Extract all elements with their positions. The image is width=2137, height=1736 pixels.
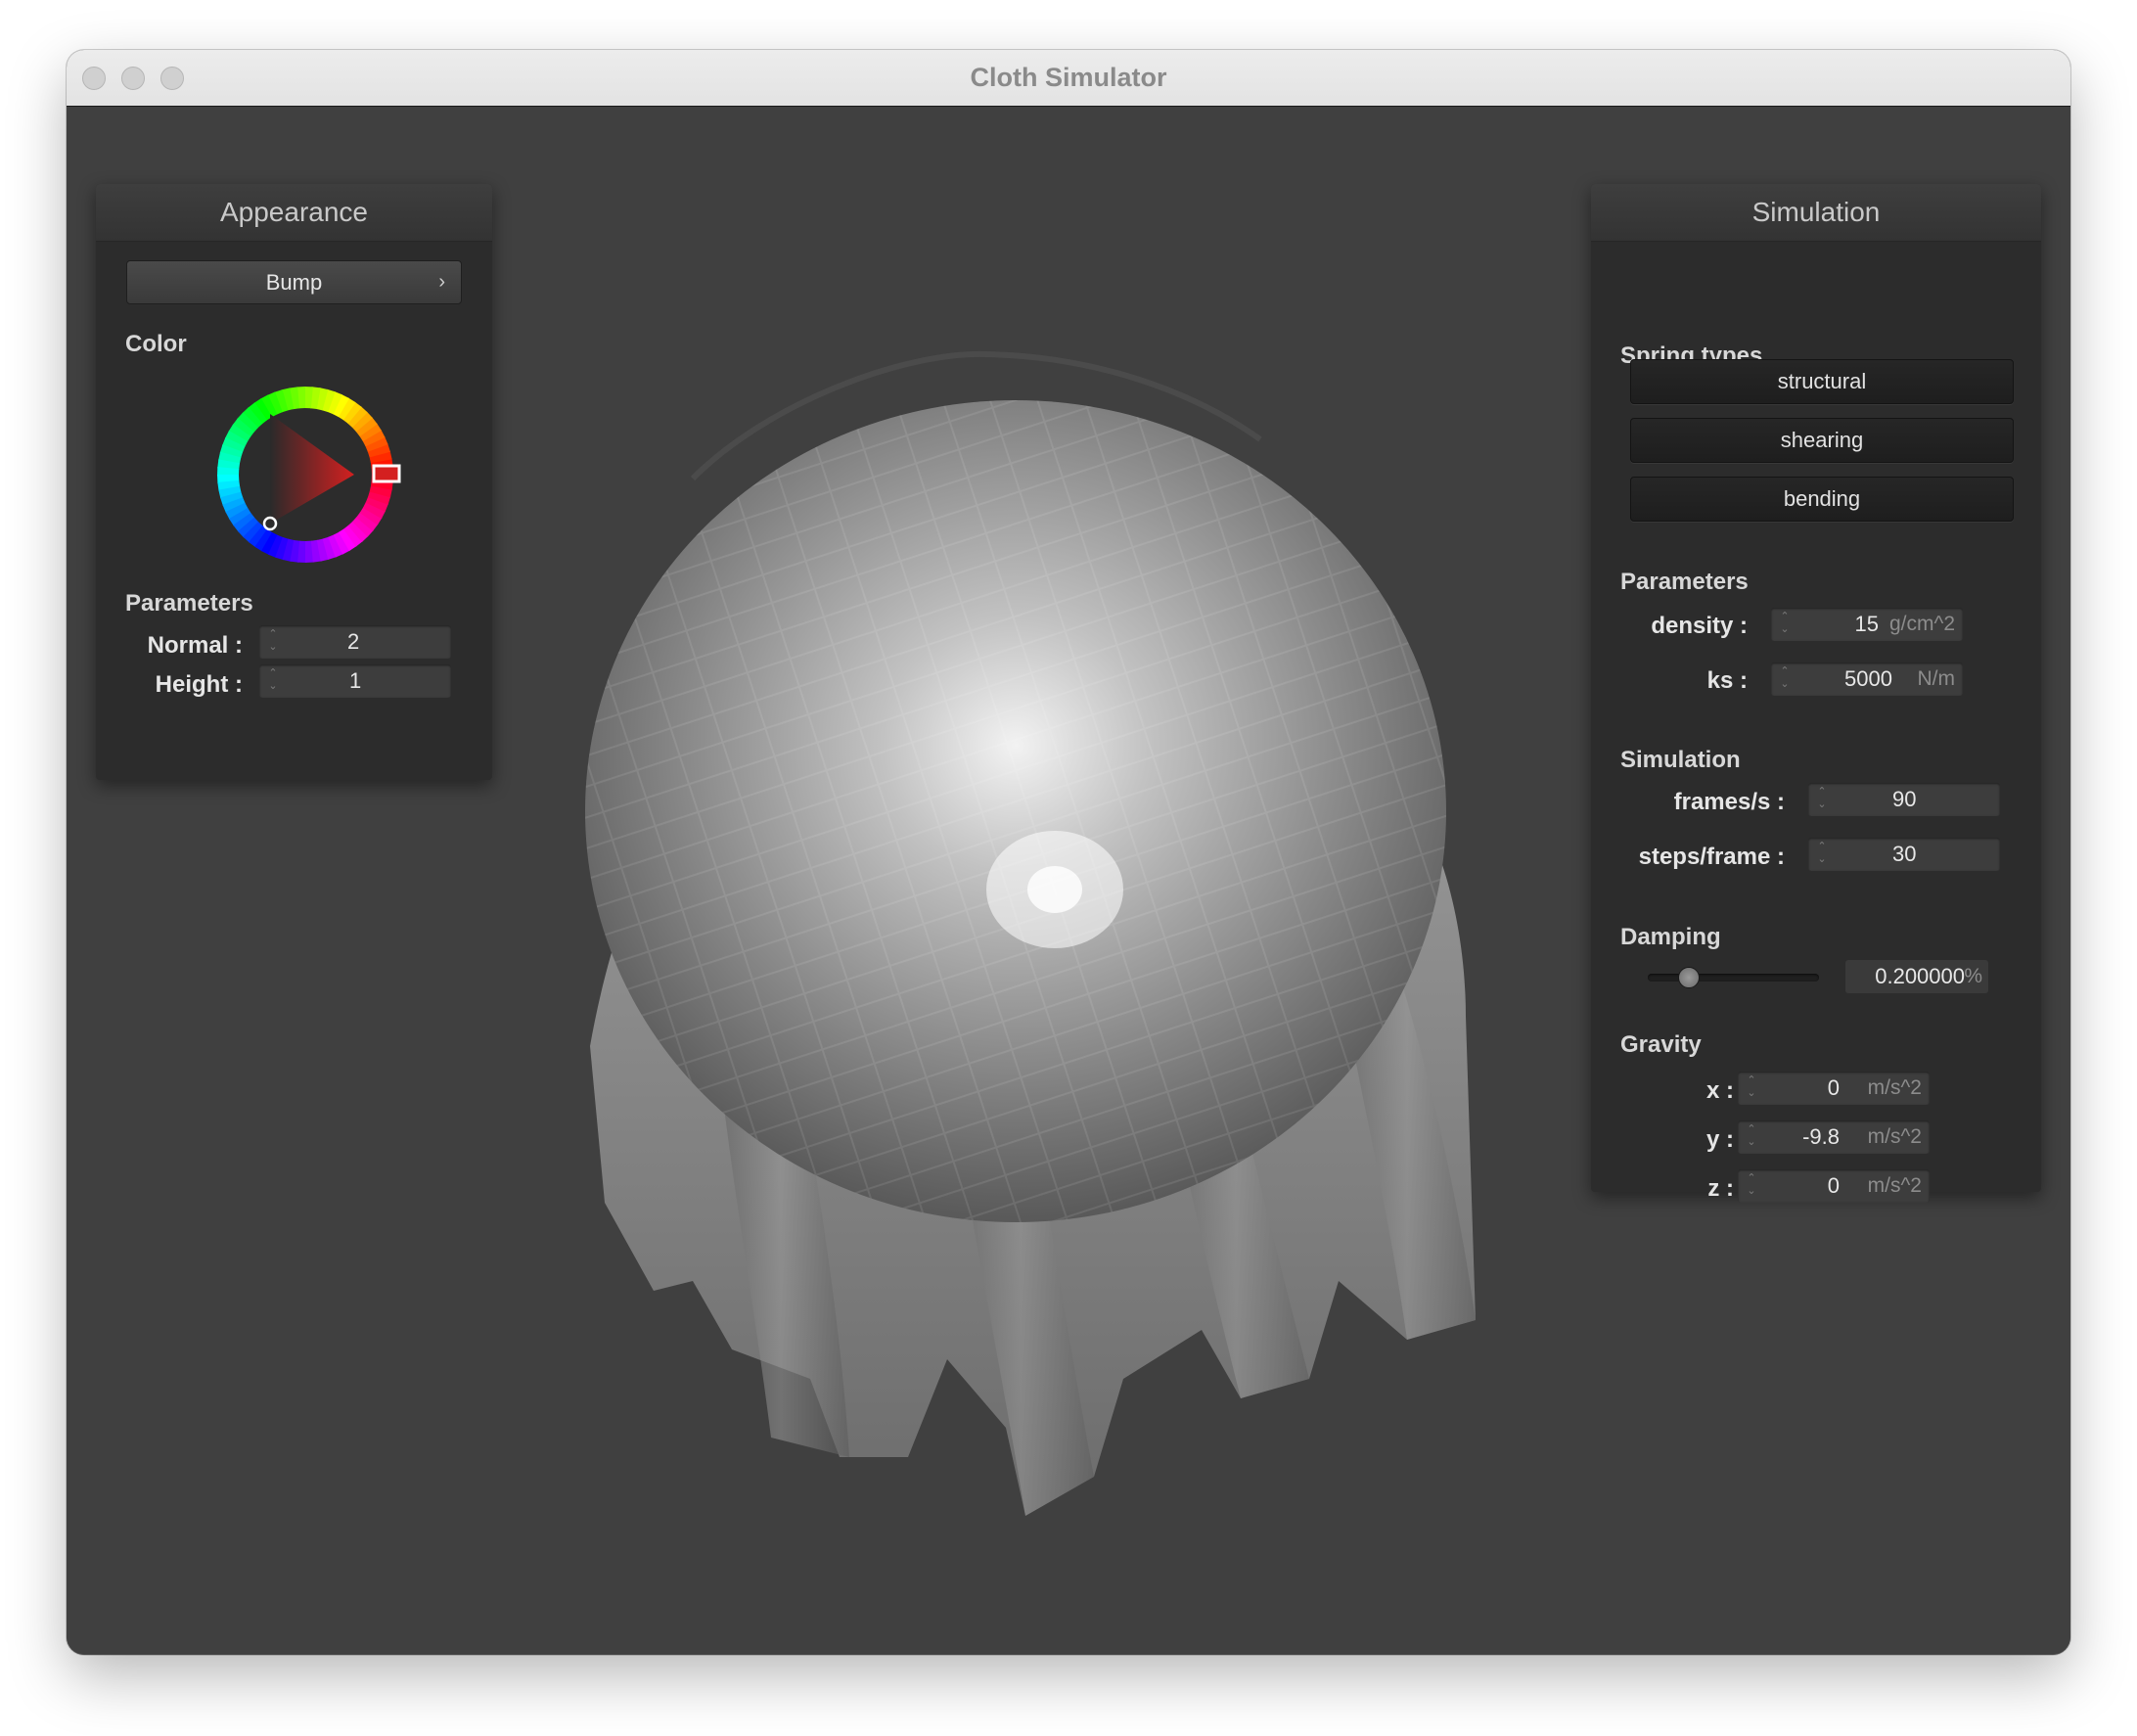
normal-value: 2: [347, 629, 360, 654]
ks-input[interactable]: ⌃ ⌄ 5000 N/m: [1771, 662, 1963, 696]
bending-toggle-button[interactable]: bending: [1630, 477, 2014, 522]
spinner-arrows-icon[interactable]: ⌃ ⌄: [265, 667, 281, 695]
spinner-arrows-icon[interactable]: ⌃ ⌄: [1777, 611, 1793, 638]
normal-input[interactable]: ⌃ ⌄ 2: [259, 625, 451, 659]
density-value: 15: [1854, 612, 1879, 636]
shader-dropdown[interactable]: Bump ›: [126, 260, 462, 304]
gravity-z-label: z :: [1707, 1175, 1734, 1202]
spinner-arrows-icon[interactable]: ⌃ ⌄: [1814, 841, 1830, 868]
damping-value: 0.200000: [1875, 964, 1965, 988]
appearance-panel-header[interactable]: Appearance: [96, 184, 492, 242]
gravity-y-input[interactable]: ⌃ ⌄ -9.8 m/s^2: [1738, 1120, 1930, 1154]
hue-selector-handle[interactable]: [372, 464, 401, 483]
spinner-arrows-icon[interactable]: ⌃ ⌄: [1744, 1123, 1759, 1151]
window-title: Cloth Simulator: [970, 63, 1167, 92]
height-label: Height :: [155, 671, 243, 698]
shader-dropdown-value: Bump: [265, 270, 323, 295]
steps-per-frame-label: steps/frame :: [1638, 844, 1785, 870]
simulation-parameters-label: Parameters: [1620, 569, 1749, 595]
gravity-y-label: y :: [1705, 1126, 1734, 1153]
ks-unit: N/m: [1917, 667, 1956, 690]
normal-label: Normal :: [147, 632, 243, 659]
appearance-parameters-label: Parameters: [125, 590, 253, 617]
simulation-panel: Simulation Spring types structural shear…: [1591, 184, 2041, 1203]
gravity-z-unit: m/s^2: [1867, 1174, 1922, 1197]
gravity-y-value: -9.8: [1802, 1124, 1840, 1149]
ks-label: ks :: [1706, 667, 1748, 694]
chevron-right-icon: ›: [438, 271, 445, 293]
height-input[interactable]: ⌃ ⌄ 1: [259, 664, 451, 698]
color-wheel[interactable]: [207, 377, 403, 572]
damping-slider-track: [1648, 974, 1819, 982]
spinner-arrows-icon[interactable]: ⌃ ⌄: [265, 628, 281, 656]
frames-per-second-label: frames/s :: [1673, 789, 1785, 815]
steps-per-frame-value: 30: [1892, 842, 1917, 866]
shearing-toggle-button[interactable]: shearing: [1630, 418, 2014, 463]
density-input[interactable]: ⌃ ⌄ 15 g/cm^2: [1771, 608, 1963, 641]
gravity-x-unit: m/s^2: [1867, 1076, 1922, 1099]
simulation-panel-header[interactable]: Simulation: [1591, 184, 2041, 242]
app-window: Cloth Simulator Appearance Bump › Color …: [67, 50, 2070, 1655]
spinner-arrows-icon[interactable]: ⌃ ⌄: [1777, 665, 1793, 693]
damping-slider-knob[interactable]: [1678, 967, 1700, 988]
damping-unit: %: [1964, 965, 1982, 987]
damping-value-box[interactable]: 0.200000 %: [1845, 960, 1988, 993]
gravity-z-input[interactable]: ⌃ ⌄ 0 m/s^2: [1738, 1169, 1930, 1203]
gravity-x-input[interactable]: ⌃ ⌄ 0 m/s^2: [1738, 1072, 1930, 1105]
gravity-x-label: x :: [1705, 1077, 1734, 1104]
gravity-label: Gravity: [1620, 1031, 1702, 1058]
frames-per-second-value: 90: [1892, 787, 1917, 811]
damping-slider[interactable]: [1648, 966, 1819, 989]
height-value: 1: [349, 668, 362, 693]
damping-label: Damping: [1620, 924, 1721, 950]
frames-per-second-input[interactable]: ⌃ ⌄ 90: [1808, 783, 2000, 816]
color-section-label: Color: [125, 331, 187, 357]
gravity-z-value: 0: [1827, 1173, 1840, 1198]
steps-per-frame-input[interactable]: ⌃ ⌄ 30: [1808, 838, 2000, 871]
structural-toggle-button[interactable]: structural: [1630, 359, 2014, 404]
appearance-panel: Appearance Bump › Color Parameters Norma…: [96, 184, 492, 780]
ks-value: 5000: [1844, 666, 1892, 691]
render-viewport[interactable]: Appearance Bump › Color Parameters Norma…: [67, 107, 2070, 1655]
spinner-arrows-icon[interactable]: ⌃ ⌄: [1744, 1172, 1759, 1200]
title-bar: Cloth Simulator: [67, 50, 2070, 107]
density-unit: g/cm^2: [1888, 613, 1955, 635]
spinner-arrows-icon[interactable]: ⌃ ⌄: [1744, 1074, 1759, 1102]
gravity-y-unit: m/s^2: [1867, 1125, 1922, 1148]
density-label: density :: [1651, 613, 1748, 639]
simulation-section-label: Simulation: [1620, 747, 1741, 773]
gravity-x-value: 0: [1827, 1075, 1840, 1100]
spinner-arrows-icon[interactable]: ⌃ ⌄: [1814, 786, 1830, 813]
